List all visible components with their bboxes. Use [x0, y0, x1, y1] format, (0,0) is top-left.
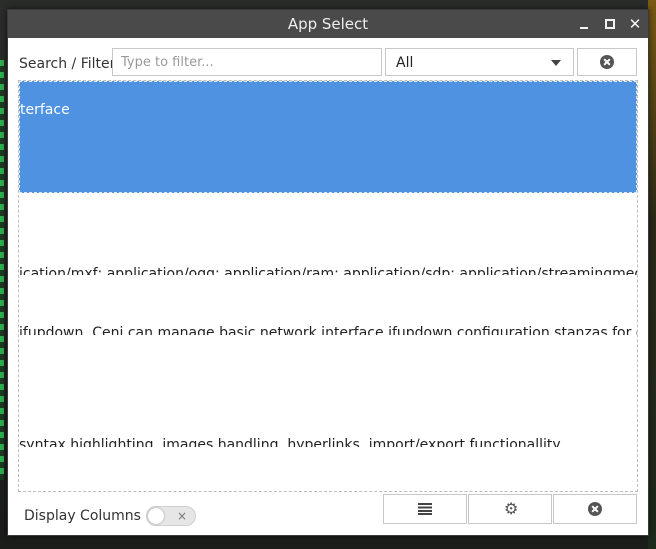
list-item[interactable]: syntax highlighting, images handling, hy… — [19, 423, 637, 447]
list-icon — [418, 503, 432, 515]
desktop-decoration-left — [0, 60, 4, 480]
toggle-knob — [148, 508, 164, 524]
close-circle-icon — [600, 55, 614, 69]
app-list[interactable]: terface ication/mxf; application/ogg; ap… — [18, 80, 638, 492]
list-item[interactable]: ication/mxf; application/ogg; applicatio… — [19, 251, 637, 275]
close-icon: ✕ — [628, 15, 642, 33]
minimize-button[interactable] — [574, 14, 594, 34]
window-title: App Select — [287, 15, 369, 33]
quit-button[interactable] — [553, 494, 637, 524]
filter-toolbar: Search / Filter: All — [8, 48, 648, 80]
gear-icon: ⚙ — [504, 499, 519, 518]
list-view-button[interactable] — [383, 494, 467, 524]
close-window-button[interactable]: ✕ — [625, 14, 645, 34]
display-columns-toggle[interactable]: × — [146, 506, 196, 526]
close-circle-icon — [588, 502, 602, 516]
settings-button[interactable]: ⚙ — [468, 494, 552, 524]
filter-selected-value: All — [396, 55, 414, 71]
clear-filter-button[interactable] — [577, 48, 637, 76]
search-input[interactable] — [112, 48, 382, 76]
search-label: Search / Filter: — [19, 56, 120, 72]
chevron-down-icon — [551, 60, 561, 66]
list-item[interactable]: ifupdown. Ceni can manage basic network … — [19, 311, 637, 335]
list-item-description: syntax highlighting, images handling, hy… — [19, 437, 561, 447]
list-item-description: ication/mxf; application/ogg; applicatio… — [19, 266, 637, 275]
desktop-decoration-right — [648, 0, 656, 549]
category-filter-select[interactable]: All — [385, 48, 574, 76]
list-item[interactable]: terface — [19, 81, 637, 193]
app-select-window: App Select ✕ Search / Filter: All terfac… — [7, 9, 649, 536]
titlebar[interactable]: App Select ✕ — [8, 10, 648, 38]
maximize-icon — [605, 19, 615, 29]
minimize-icon — [580, 27, 588, 29]
list-item-description: terface — [20, 102, 70, 118]
toggle-off-icon: × — [176, 509, 187, 523]
bottom-bar: Display Columns × ⚙ — [8, 492, 648, 537]
maximize-button[interactable] — [600, 14, 620, 34]
list-item-description: ifupdown. Ceni can manage basic network … — [19, 325, 637, 335]
display-columns-label: Display Columns — [24, 508, 141, 524]
